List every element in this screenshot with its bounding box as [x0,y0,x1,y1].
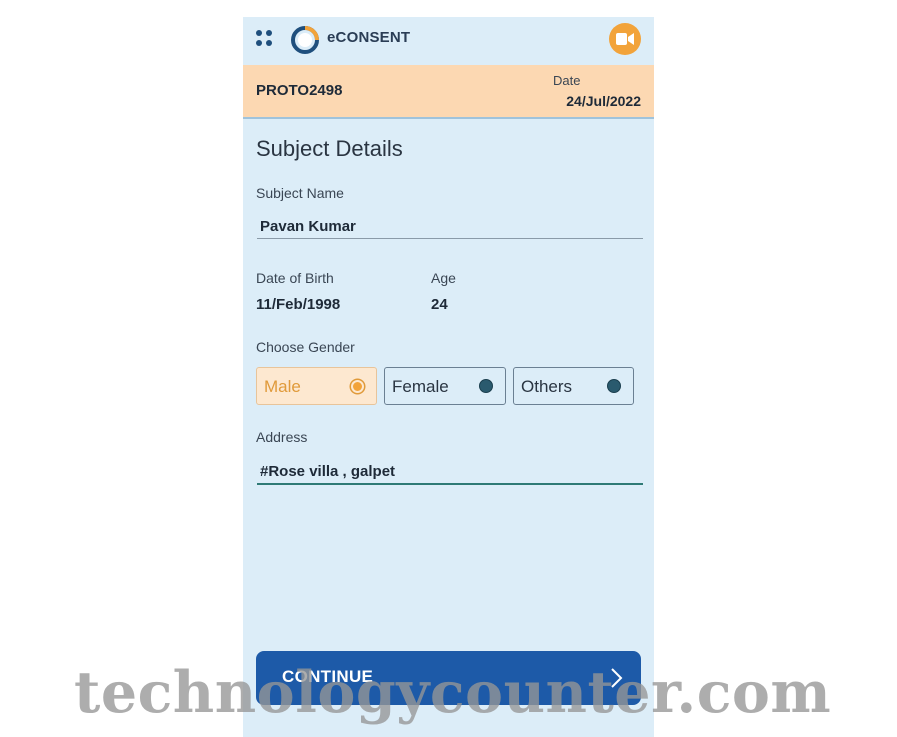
subject-name-label: Subject Name [256,185,344,201]
continue-label: CONTINUE [282,667,374,686]
date-value: 24/Jul/2022 [566,93,641,109]
address-label: Address [256,429,308,445]
subject-name-input[interactable] [257,214,643,239]
address-input[interactable] [257,459,643,485]
video-call-button[interactable] [609,23,641,55]
app-screen: eCONSENT PROTO2498 Date 24/Jul/2022 Subj… [243,17,654,737]
gender-option-label: Male [264,377,301,396]
radio-selected-icon[interactable] [351,380,364,393]
gender-option-others[interactable]: Others [513,367,634,405]
app-header: eCONSENT [243,17,654,65]
age-label: Age [431,270,456,286]
gender-label: Choose Gender [256,339,355,355]
radio-icon[interactable] [479,379,493,393]
gender-option-label: Others [521,377,573,396]
protocol-id: PROTO2498 [256,82,343,99]
section-title: Subject Details [256,136,403,161]
chevron-right-icon [611,668,623,688]
date-label: Date [553,73,581,88]
gender-option-label: Female [392,377,449,396]
radio-icon[interactable] [607,379,621,393]
gender-option-female[interactable]: Female [384,367,506,405]
ring-logo-icon [289,24,321,56]
video-camera-icon [616,33,634,45]
dob-value[interactable]: 11/Feb/1998 [256,296,340,313]
grid-icon[interactable] [256,30,273,47]
protocol-bar: PROTO2498 Date 24/Jul/2022 [243,65,654,119]
app-title: eCONSENT [327,29,411,46]
continue-button[interactable]: CONTINUE [256,651,641,705]
screenshot-stage: eCONSENT PROTO2498 Date 24/Jul/2022 Subj… [0,0,897,737]
dob-label: Date of Birth [256,270,334,286]
gender-option-male[interactable]: Male [256,367,377,405]
age-value: 24 [431,296,448,313]
